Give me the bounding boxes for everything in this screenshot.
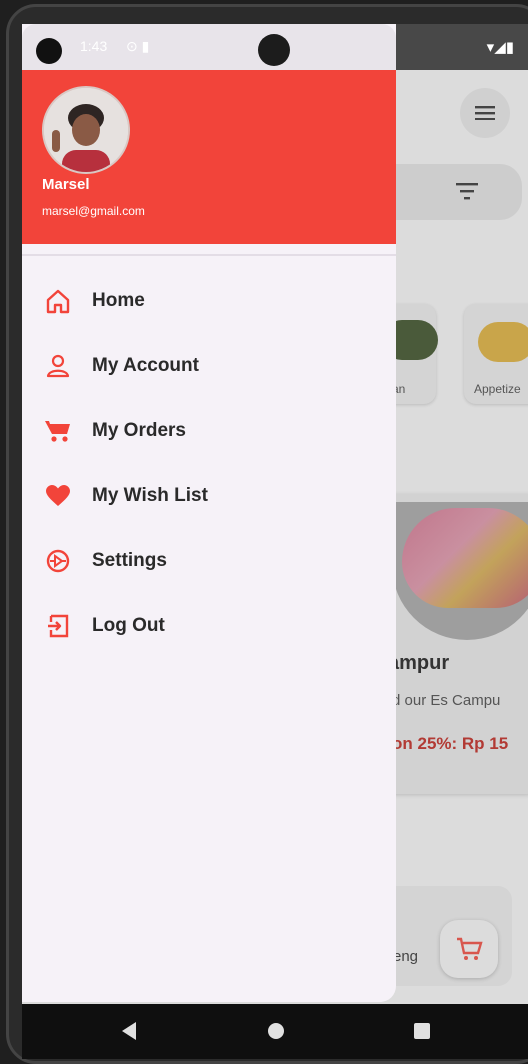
cart-fab-button[interactable] — [440, 920, 498, 978]
notification-icons: ⊙ ▮ — [126, 38, 150, 54]
menu-button[interactable] — [460, 88, 510, 138]
drawer-status-bar: 1:43 ⊙ ▮ — [22, 24, 396, 70]
screen: ▾◢▮ an Appetize ampur d our Es Campu on … — [22, 24, 528, 1004]
promo-description: d our Es Campu — [392, 692, 501, 709]
recent-apps-icon[interactable] — [414, 1023, 430, 1039]
navigation-drawer: 1:43 ⊙ ▮ Marsel marsel@gmail.com Home My… — [22, 24, 396, 1002]
system-navigation-bar — [22, 1004, 528, 1059]
menu-item-home[interactable]: Home — [22, 268, 396, 333]
home-button-icon[interactable] — [268, 1023, 284, 1039]
logout-icon — [44, 612, 72, 640]
user-name: Marsel — [42, 176, 90, 193]
status-time: 1:43 — [80, 38, 108, 54]
filter-icon[interactable] — [454, 180, 480, 204]
user-email: marsel@gmail.com — [42, 204, 145, 218]
menu-item-my-wish-list[interactable]: My Wish List — [22, 463, 396, 528]
user-photo — [44, 88, 128, 172]
promo-title: ampur — [388, 652, 450, 674]
menu-item-my-orders[interactable]: My Orders — [22, 398, 396, 463]
menu-item-my-account[interactable]: My Account — [22, 333, 396, 398]
menu-item-label: Log Out — [92, 614, 165, 636]
person-icon — [44, 352, 72, 380]
drawer-menu: Home My Account My Orders My Wish List S… — [22, 268, 396, 658]
cart-icon — [457, 937, 483, 960]
drawer-header: Marsel marsel@gmail.com — [22, 70, 396, 244]
divider — [22, 254, 396, 256]
menu-item-label: My Wish List — [92, 484, 208, 506]
home-icon — [44, 287, 72, 315]
menu-item-label: Home — [92, 289, 145, 311]
promo-price: on 25%: Rp 15 — [392, 734, 509, 753]
menu-item-label: My Orders — [92, 419, 186, 441]
heart-icon — [44, 482, 72, 510]
category-image — [478, 322, 528, 362]
system-status-icons: ▾◢▮ — [486, 38, 514, 56]
cart-icon — [44, 417, 72, 445]
camera-cutout-icon — [36, 38, 62, 64]
menu-icon — [475, 106, 495, 120]
avatar[interactable] — [42, 86, 130, 174]
back-icon[interactable] — [122, 1022, 136, 1040]
front-camera-icon — [258, 34, 290, 66]
menu-item-log-out[interactable]: Log Out — [22, 593, 396, 658]
menu-item-settings[interactable]: Settings — [22, 528, 396, 593]
settings-icon — [44, 547, 72, 575]
category-label: Appetize — [474, 382, 521, 396]
menu-item-label: Settings — [92, 549, 167, 571]
promo-food-image — [402, 508, 528, 608]
menu-item-label: My Account — [92, 354, 199, 376]
